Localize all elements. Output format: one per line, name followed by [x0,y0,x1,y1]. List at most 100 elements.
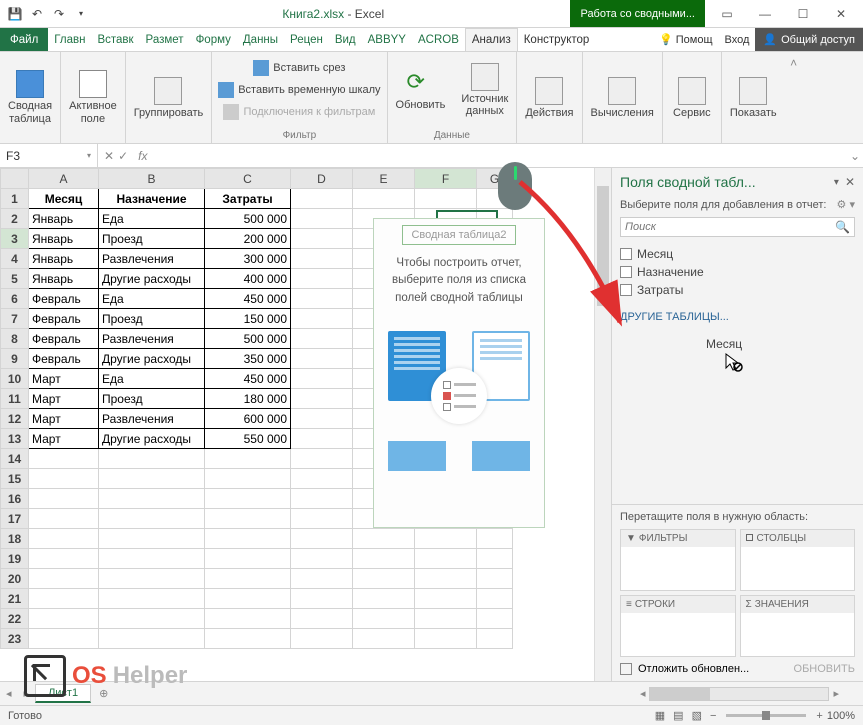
row-header[interactable]: 6 [1,289,29,309]
tell-me[interactable]: 💡Помощ [653,28,718,51]
row-header[interactable]: 9 [1,349,29,369]
defer-checkbox[interactable] [620,663,632,675]
row-header[interactable]: 14 [1,449,29,469]
service-button[interactable]: Сервис [663,73,721,123]
values-zone[interactable]: ΣЗНАЧЕНИЯ [740,595,856,657]
tab-formulas[interactable]: Форму [190,28,237,51]
pane-close-icon[interactable]: ✕ [845,175,855,189]
maximize-icon[interactable]: ☐ [789,4,817,24]
tab-acrobat[interactable]: ACROB [412,28,465,51]
ribbon-options-icon[interactable]: ▭ [713,4,741,24]
refresh-button[interactable]: ⟳ Обновить [388,65,454,115]
accept-formula-icon[interactable]: ✓ [118,149,128,163]
filters-zone[interactable]: ▼ФИЛЬТРЫ [620,529,736,591]
name-box[interactable]: F3▾ [0,144,98,167]
checkbox[interactable] [620,248,632,260]
row-header[interactable]: 21 [1,589,29,609]
row-header[interactable]: 7 [1,309,29,329]
drag-ghost-label: Месяц [706,337,742,351]
checkbox[interactable] [620,266,632,278]
row-header[interactable]: 17 [1,509,29,529]
tab-constructor[interactable]: Конструктор [518,28,596,51]
tab-layout[interactable]: Размет [140,28,190,51]
vertical-scrollbar[interactable] [594,168,611,681]
actions-button[interactable]: Действия [517,73,581,123]
group-button[interactable]: Группировать [126,73,212,123]
col-header[interactable]: B [99,169,205,189]
show-button[interactable]: Показать [722,73,785,123]
row-header[interactable]: 10 [1,369,29,389]
minimize-icon[interactable]: — [751,4,779,24]
horizontal-scrollbar[interactable]: ◂ ▸ [116,687,863,701]
cancel-formula-icon[interactable]: ✕ [104,149,114,163]
qat-dropdown-icon[interactable]: ▾ [72,5,90,23]
undo-icon[interactable]: ↶ [28,5,46,23]
active-field-button[interactable]: Активное поле [61,66,125,128]
row-header[interactable]: 8 [1,329,29,349]
field-search[interactable]: 🔍 [620,217,855,237]
col-header[interactable]: C [205,169,291,189]
row-header[interactable]: 5 [1,269,29,289]
tab-home[interactable]: Главн [48,28,91,51]
share-button[interactable]: 👤Общий доступ [755,28,863,51]
pivot-table-button[interactable]: Сводная таблица [0,66,60,128]
other-tables-link[interactable]: ДРУГИЕ ТАБЛИЦЫ... [612,303,863,331]
row-header[interactable]: 23 [1,629,29,649]
col-header[interactable]: F [415,169,477,189]
insert-slicer-button[interactable]: Вставить срез [247,58,351,78]
tab-abbyy[interactable]: ABBYY [362,28,412,51]
view-break-icon[interactable]: ▧ [688,709,706,722]
view-normal-icon[interactable]: ▦ [651,709,669,722]
zoom-in-icon[interactable]: + [812,710,826,722]
row-header[interactable]: 11 [1,389,29,409]
search-input[interactable] [625,221,835,233]
calculations-button[interactable]: Вычисления [583,73,662,123]
gear-icon[interactable]: ⚙ ▾ [837,198,855,211]
row-header[interactable]: 4 [1,249,29,269]
sheet-nav-prev-icon[interactable]: ◂ [0,687,18,700]
tab-analyze[interactable]: Анализ [465,28,518,51]
login-link[interactable]: Вход [719,28,756,51]
tab-review[interactable]: Рецен [284,28,329,51]
row-header[interactable]: 19 [1,549,29,569]
row-header[interactable]: 20 [1,569,29,589]
save-icon[interactable]: 💾 [6,5,24,23]
checkbox[interactable] [620,284,632,296]
select-all-corner[interactable] [1,169,29,189]
tab-view[interactable]: Вид [329,28,362,51]
view-page-icon[interactable]: ▤ [669,709,687,722]
zoom-level[interactable]: 100% [827,710,855,722]
tab-file[interactable]: Файл [0,28,48,51]
update-button[interactable]: ОБНОВИТЬ [794,663,855,675]
row-header[interactable]: 18 [1,529,29,549]
rows-zone[interactable]: ≡СТРОКИ [620,595,736,657]
collapse-ribbon-icon[interactable]: ˄ [785,52,803,143]
spreadsheet-grid[interactable]: A B C D E F G 1МесяцНазначениеЗатраты2Ян… [0,168,611,681]
field-item[interactable]: Назначение [620,263,855,281]
insert-timeline-button[interactable]: Вставить временную шкалу [212,80,386,100]
row-header[interactable]: 12 [1,409,29,429]
row-header[interactable]: 15 [1,469,29,489]
redo-icon[interactable]: ↷ [50,5,68,23]
row-header[interactable]: 22 [1,609,29,629]
field-item[interactable]: Затраты [620,281,855,299]
close-icon[interactable]: ✕ [827,4,855,24]
columns-zone[interactable]: 🞑СТОЛБЦЫ [740,529,856,591]
tab-insert[interactable]: Вставк [91,28,139,51]
pivot-placeholder[interactable]: Сводная таблица2 Чтобы построить отчет, … [373,218,545,528]
tab-data[interactable]: Данны [237,28,284,51]
pane-dropdown-icon[interactable]: ▾ [834,177,839,188]
col-header[interactable]: A [29,169,99,189]
zoom-out-icon[interactable]: − [706,710,720,722]
col-header[interactable]: D [291,169,353,189]
row-header[interactable]: 3 [1,229,29,249]
row-header[interactable]: 13 [1,429,29,449]
fx-icon[interactable]: fx [134,149,151,163]
row-header[interactable]: 2 [1,209,29,229]
formula-expand-icon[interactable]: ⌄ [847,149,863,163]
data-source-button[interactable]: Источник данных [453,59,516,121]
row-header[interactable]: 16 [1,489,29,509]
col-header[interactable]: E [353,169,415,189]
field-item[interactable]: Месяц [620,245,855,263]
zoom-slider[interactable] [726,714,806,717]
